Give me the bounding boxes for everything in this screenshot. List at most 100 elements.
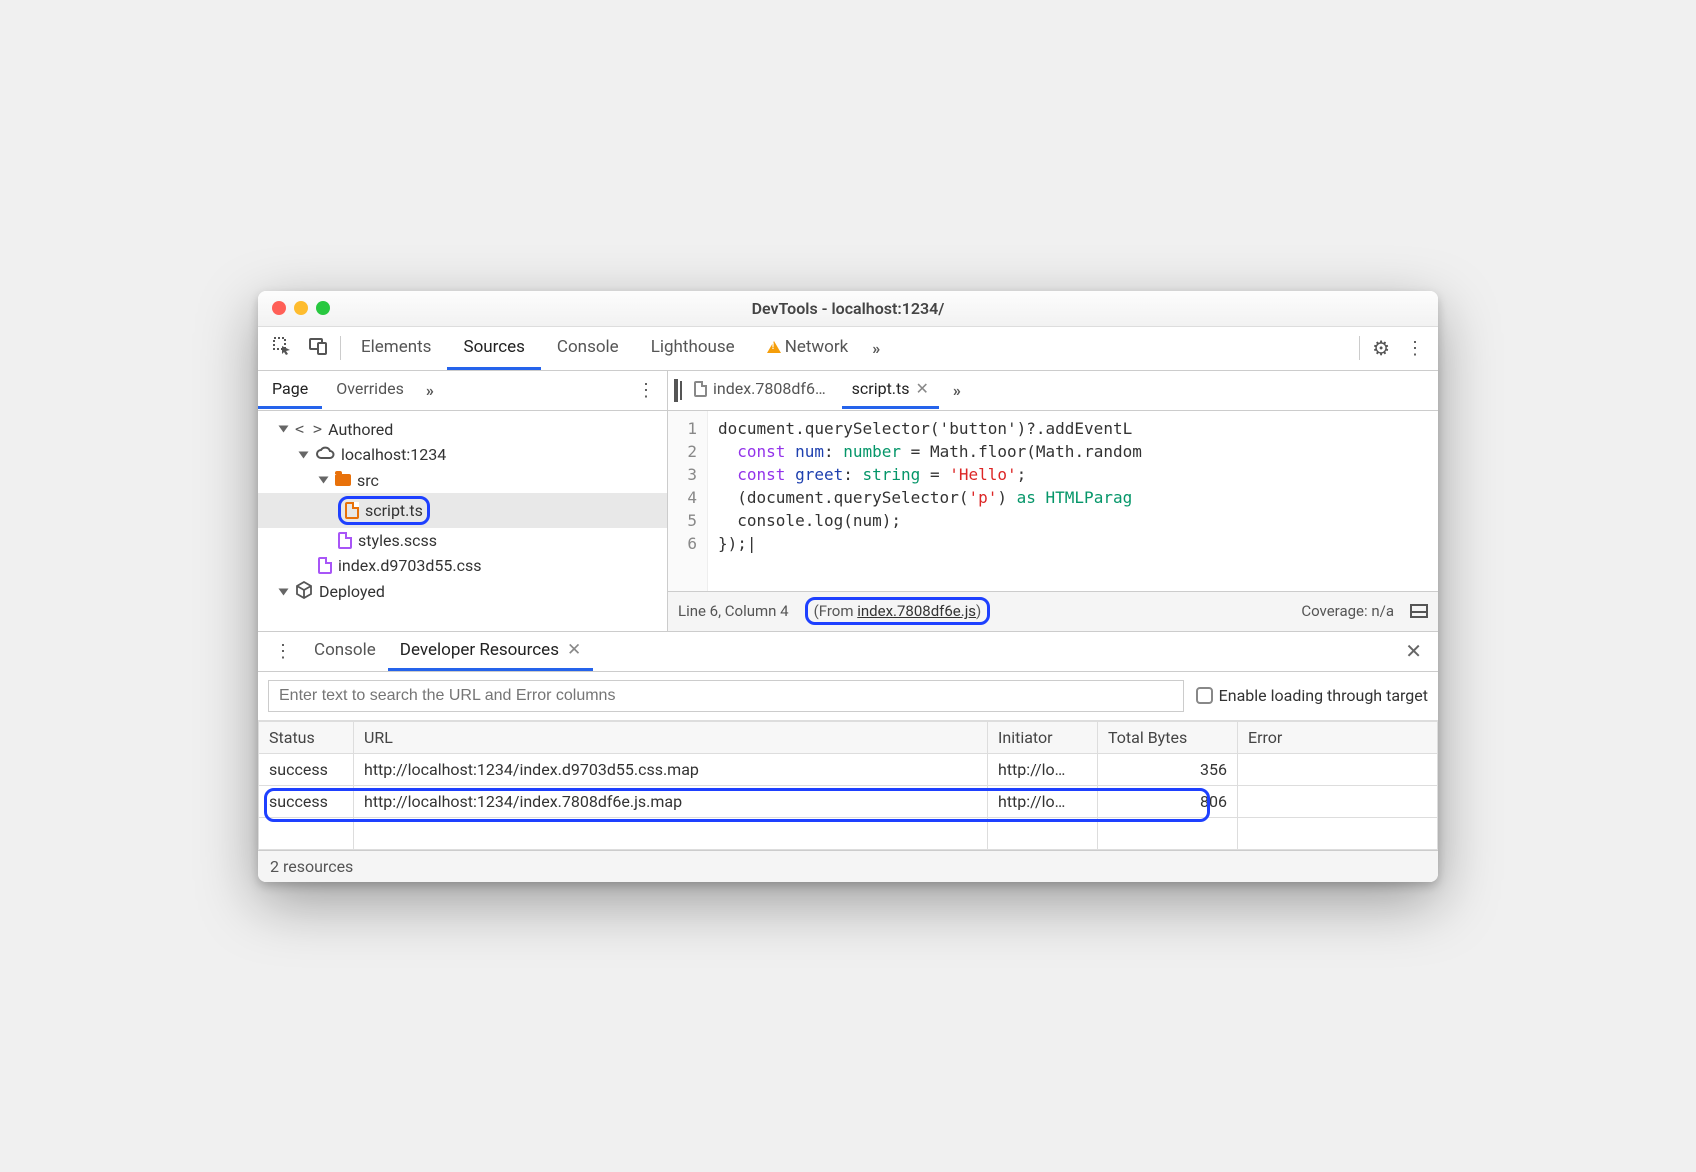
inspect-element-icon[interactable] xyxy=(264,330,300,366)
tree-file-index-css[interactable]: index.d9703d55.css xyxy=(258,553,667,578)
tab-elements[interactable]: Elements xyxy=(345,327,447,370)
code-line: document.querySelector('button')?.addEve… xyxy=(718,419,1132,438)
from-suffix: ) xyxy=(976,602,981,620)
cloud-icon xyxy=(315,445,335,465)
disclosure-triangle-icon[interactable] xyxy=(279,588,289,595)
toggle-bottom-drawer-icon[interactable] xyxy=(1410,604,1428,618)
cell-url: http://localhost:1234/index.7808df6e.js.… xyxy=(354,785,988,817)
table-row[interactable]: success http://localhost:1234/index.d970… xyxy=(259,753,1438,785)
nav-more-chevron[interactable]: » xyxy=(418,381,440,400)
editor-tab-label: script.ts xyxy=(852,379,910,398)
col-url[interactable]: URL xyxy=(354,721,988,753)
type: HTMLParag xyxy=(1036,488,1132,507)
tab-network[interactable]: Network xyxy=(751,327,865,370)
drawer-menu-icon[interactable] xyxy=(264,641,302,662)
tab-lighthouse[interactable]: Lighthouse xyxy=(635,327,751,370)
devres-footer: 2 resources xyxy=(258,850,1438,882)
warning-icon xyxy=(767,341,781,353)
line-gutter: 1 2 3 4 5 6 xyxy=(668,411,708,591)
minimize-window-button[interactable] xyxy=(294,301,308,315)
navigator-menu-icon[interactable] xyxy=(625,380,667,401)
kw: as xyxy=(1017,488,1036,507)
divider xyxy=(340,336,341,360)
main-menu-kebab-icon[interactable] xyxy=(1398,332,1432,365)
navigator-pane: Page Overrides » < > Authored localhost:… xyxy=(258,371,668,631)
more-tabs-chevron[interactable]: » xyxy=(864,339,886,358)
authored-icon: < > xyxy=(295,420,322,438)
drawer-tab-console[interactable]: Console xyxy=(302,632,388,671)
cell-url: http://localhost:1234/index.d9703d55.css… xyxy=(354,753,988,785)
table-row[interactable]: success http://localhost:1234/index.7808… xyxy=(259,785,1438,817)
devres-table-wrap: Status URL Initiator Total Bytes Error s… xyxy=(258,721,1438,850)
drawer-tab-strip: Console Developer Resources ✕ ✕ xyxy=(258,632,1438,672)
str: 'Hello' xyxy=(949,465,1016,484)
cell-bytes: 356 xyxy=(1098,753,1238,785)
tab-network-label: Network xyxy=(785,337,849,357)
cell-status: success xyxy=(259,753,354,785)
editor-tab-strip: index.7808df6… script.ts ✕ » xyxy=(668,371,1438,411)
drawer-tab-label: Developer Resources xyxy=(400,640,559,660)
device-toolbar-icon[interactable] xyxy=(300,330,336,366)
settings-gear-icon[interactable] xyxy=(1364,330,1398,366)
tree-host[interactable]: localhost:1234 xyxy=(258,442,667,468)
checkbox-label: Enable loading through target xyxy=(1219,686,1428,705)
tree-label: Deployed xyxy=(319,582,385,601)
status-from-sourcemap[interactable]: (From index.7808df6e.js) xyxy=(805,597,991,625)
file-icon xyxy=(345,502,359,519)
tree-src-folder[interactable]: src xyxy=(258,468,667,493)
disclosure-triangle-icon[interactable] xyxy=(299,451,309,458)
editor-more-chevron[interactable]: » xyxy=(945,381,967,400)
tree-label: script.ts xyxy=(365,501,423,520)
devtools-window: DevTools - localhost:1234/ Elements Sour… xyxy=(258,291,1438,882)
enable-loading-toggle[interactable]: Enable loading through target xyxy=(1196,686,1428,705)
tree-file-script-ts[interactable]: script.ts xyxy=(258,493,667,528)
file-tree: < > Authored localhost:1234 src xyxy=(258,411,667,612)
editor-tab-script[interactable]: script.ts ✕ xyxy=(842,371,939,409)
devres-search-input[interactable] xyxy=(268,680,1184,712)
editor-tab-index[interactable]: index.7808df6… xyxy=(684,371,836,409)
tree-deployed[interactable]: Deployed xyxy=(258,578,667,606)
col-initiator[interactable]: Initiator xyxy=(988,721,1098,753)
id: greet xyxy=(795,465,843,484)
kw: const xyxy=(737,465,785,484)
code-editor[interactable]: 1 2 3 4 5 6 document.querySelector('butt… xyxy=(668,411,1438,591)
close-drawer-icon[interactable]: ✕ xyxy=(1395,639,1432,663)
disclosure-triangle-icon[interactable] xyxy=(279,426,289,433)
code-content[interactable]: document.querySelector('button')?.addEve… xyxy=(708,411,1142,591)
titlebar: DevTools - localhost:1234/ xyxy=(258,291,1438,327)
editor-tab-label: index.7808df6… xyxy=(713,379,826,398)
col-status[interactable]: Status xyxy=(259,721,354,753)
toggle-navigator-icon[interactable] xyxy=(674,381,678,400)
close-window-button[interactable] xyxy=(272,301,286,315)
tree-file-styles-scss[interactable]: styles.scss xyxy=(258,528,667,553)
checkbox-icon[interactable] xyxy=(1196,687,1213,704)
cell-error xyxy=(1238,753,1438,785)
close-drawer-tab-icon[interactable]: ✕ xyxy=(567,640,581,660)
disclosure-triangle-icon[interactable] xyxy=(319,477,329,484)
close-tab-icon[interactable]: ✕ xyxy=(916,379,929,398)
tab-console[interactable]: Console xyxy=(541,327,635,370)
nav-tab-page[interactable]: Page xyxy=(258,371,322,409)
traffic-lights xyxy=(258,301,330,315)
id: num xyxy=(795,442,824,461)
zoom-window-button[interactable] xyxy=(316,301,330,315)
tree-authored[interactable]: < > Authored xyxy=(258,417,667,442)
from-prefix: (From xyxy=(814,602,858,620)
tree-label: index.d9703d55.css xyxy=(338,556,482,575)
col-error[interactable]: Error xyxy=(1238,721,1438,753)
devres-table: Status URL Initiator Total Bytes Error s… xyxy=(258,721,1438,850)
resource-count: 2 resources xyxy=(270,857,353,876)
cell-status: success xyxy=(259,785,354,817)
code-line: }); xyxy=(718,534,747,553)
nav-tab-overrides[interactable]: Overrides xyxy=(322,371,418,409)
cell-bytes: 806 xyxy=(1098,785,1238,817)
editor-pane: index.7808df6… script.ts ✕ » 1 2 3 4 5 6… xyxy=(668,371,1438,631)
from-link[interactable]: index.7808df6e.js xyxy=(857,602,976,620)
col-bytes[interactable]: Total Bytes xyxy=(1098,721,1238,753)
editor-status-bar: Line 6, Column 4 (From index.7808df6e.js… xyxy=(668,591,1438,631)
tab-sources[interactable]: Sources xyxy=(447,327,540,370)
drawer-tab-devresources[interactable]: Developer Resources ✕ xyxy=(388,632,593,671)
table-row-empty xyxy=(259,817,1438,849)
navigator-tabs: Page Overrides » xyxy=(258,371,667,411)
table-header-row: Status URL Initiator Total Bytes Error xyxy=(259,721,1438,753)
